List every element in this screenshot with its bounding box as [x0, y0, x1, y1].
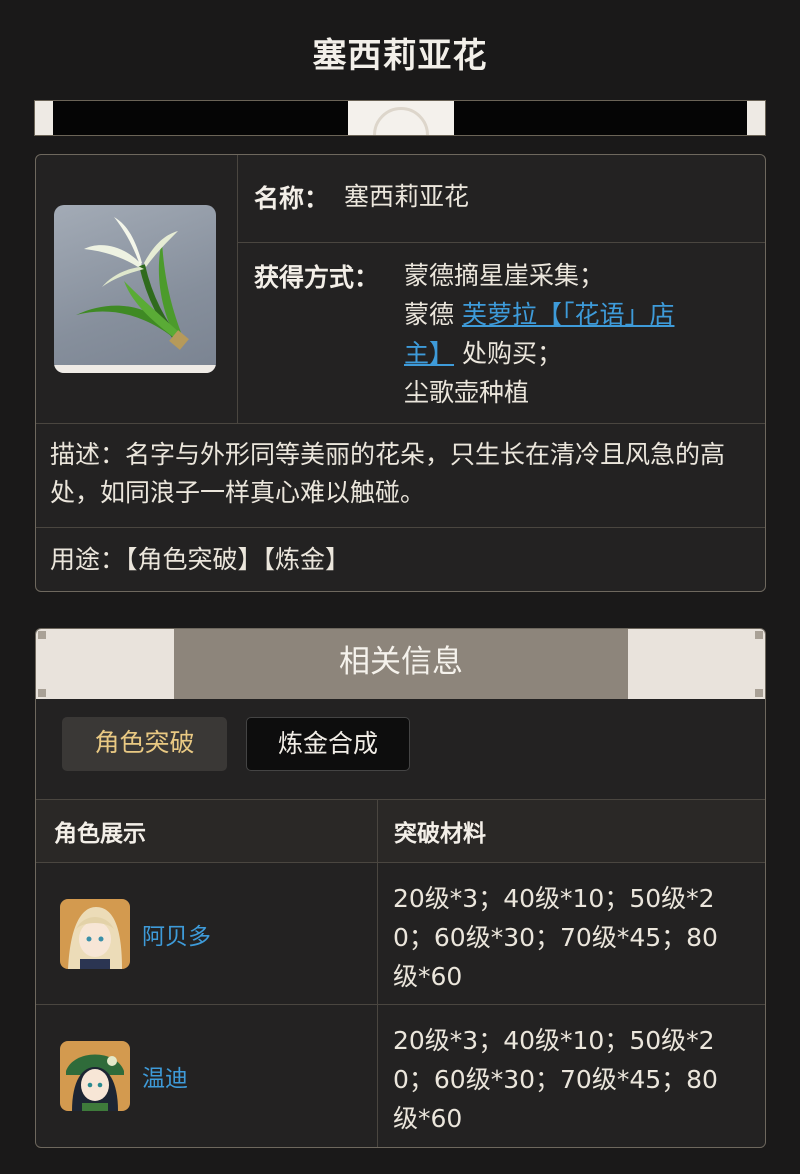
item-name: 塞西莉亚花	[344, 182, 470, 211]
venti-avatar-icon[interactable]	[60, 1041, 130, 1111]
ascension-materials: 20级*3；40级*10；50级*20；60级*30；70级*45；80级*60	[393, 1026, 718, 1133]
obtain-label: 获得方式：	[254, 263, 380, 292]
character-name-link[interactable]: 阿贝多	[142, 917, 211, 951]
character-name-link[interactable]: 温迪	[142, 1059, 188, 1093]
tab-character-ascension[interactable]: 角色突破	[62, 717, 227, 771]
obtain-line: 蒙德摘星崖采集；	[404, 261, 605, 290]
item-usage: 用途：【角色突破】【炼金】	[50, 545, 351, 574]
page-title: 塞西莉亚花	[312, 36, 488, 76]
emblem-icon	[348, 101, 454, 135]
name-label: 名称：	[254, 184, 330, 213]
tab-alchemy[interactable]: 炼金合成	[246, 717, 410, 771]
item-description: 描述：名字与外形同等美丽的花朵，只生长在清冷且风急的高处，如同浪子一样真心难以触…	[50, 440, 726, 507]
table-row: 温迪 20级*3；40级*10；50级*20；60级*30；70级*45；80级…	[36, 1005, 765, 1147]
obtain-methods: 蒙德摘星崖采集； 蒙德 芙萝拉【「花语」店 主】 处购买； 尘歌壶种植	[404, 256, 744, 412]
table-row: 阿贝多 20级*3；40级*10；50级*20；60级*30；70级*45；80…	[36, 863, 765, 1005]
related-title: 相关信息	[174, 629, 628, 699]
related-info-panel: 相关信息 角色突破 炼金合成 角色展示 突破材料 阿贝多 20级*3；40级*1…	[35, 628, 766, 1148]
ascension-materials: 20级*3；40级*10；50级*20；60级*30；70级*45；80级*60	[393, 884, 718, 991]
table-header: 角色展示 突破材料	[36, 799, 765, 863]
flower-icon	[54, 205, 216, 373]
albedo-avatar-icon[interactable]	[60, 899, 130, 969]
column-header: 突破材料	[394, 821, 486, 847]
obtain-line: 蒙德 芙萝拉【「花语」店	[404, 300, 675, 329]
decorative-banner	[34, 100, 766, 136]
related-header: 相关信息	[36, 629, 765, 699]
item-info-card: 名称： 塞西莉亚花 获得方式： 蒙德摘星崖采集； 蒙德 芙萝拉【「花语」店 主】…	[35, 154, 766, 592]
obtain-line: 主】 处购买；	[404, 339, 562, 368]
column-header: 角色展示	[54, 821, 146, 847]
obtain-line: 尘歌壶种植	[404, 378, 530, 407]
shop-link[interactable]: 芙萝拉【「花语」店	[462, 300, 675, 329]
shop-link-cont[interactable]: 主】	[404, 339, 454, 368]
